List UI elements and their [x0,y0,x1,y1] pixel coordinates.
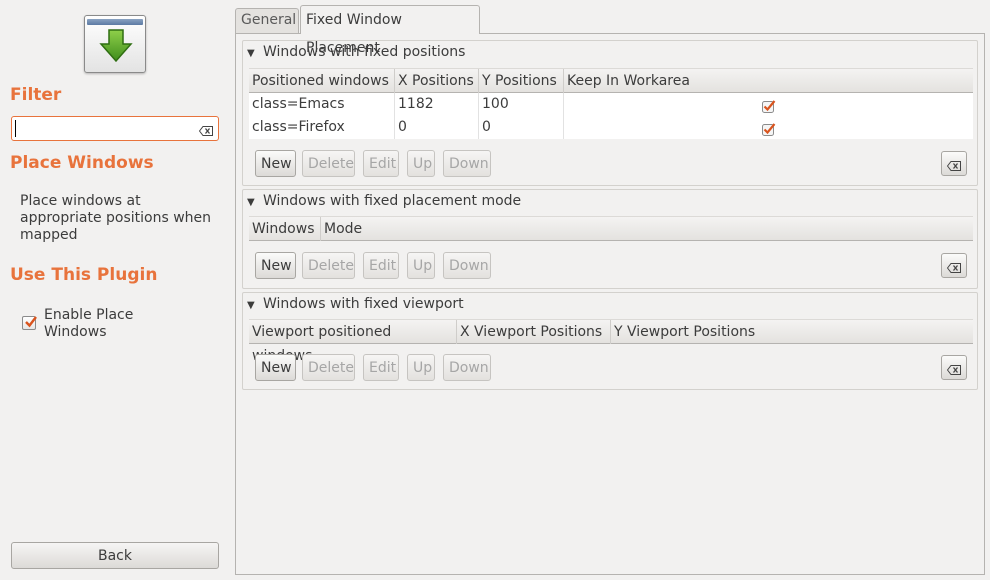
expander-icon[interactable]: ▼ [247,48,257,59]
clear-icon [946,363,961,375]
down-button[interactable]: Down [443,150,491,177]
expander-icon[interactable]: ▼ [247,300,257,311]
column-header[interactable]: Keep In Workarea [564,69,973,93]
fixed-window-placement-page: ▼Windows with fixed positions Positioned… [235,33,985,575]
cell-x[interactable]: 1182 [395,93,479,116]
group-title: Windows with fixed viewport [263,296,464,312]
group-fixed-placement-mode: ▼ Windows with fixed placement mode Windo… [242,189,978,289]
enable-plugin-label[interactable]: Enable Place Windows [44,307,184,341]
column-header[interactable]: Positioned windows [249,69,395,93]
up-button[interactable]: Up [407,150,435,177]
column-header[interactable]: Y Positions [479,69,564,93]
cell-x[interactable]: 0 [395,116,479,139]
table-header: Viewport positioned windows X Viewport P… [249,319,973,364]
back-button[interactable]: Back [11,542,219,569]
download-arrow-icon [84,15,146,73]
down-button[interactable]: Down [443,354,491,381]
viewport-table: Viewport positioned windows X Viewport P… [249,319,973,364]
cell-window[interactable]: class=Firefox [249,116,395,139]
filter-input[interactable] [15,120,195,137]
table-body: class=Emacs 1182 100 class=Firefox 0 0 [249,93,973,139]
group-fixed-placement-mode-header[interactable]: ▼ Windows with fixed placement mode [247,193,521,209]
tab-fixed-window-placement[interactable]: Fixed Window Placement [300,5,480,56]
cell-keep-in-workarea[interactable] [564,93,973,116]
enable-plugin-checkbox[interactable] [22,316,37,330]
table-header: Windows Mode [249,216,973,241]
settings-notebook: General Fixed Window Placement ▼ Windows … [235,5,985,575]
column-header[interactable]: X Positions [395,69,479,93]
up-button[interactable]: Up [407,252,435,279]
keep-in-workarea-check-icon[interactable] [762,121,776,144]
group-title: Windows with fixed placement mode [263,193,522,209]
column-header[interactable]: Windows [249,217,321,241]
sidebar: Filter Place Windows Place windows at ap… [0,0,230,580]
table-header: Positioned windows X Positions Y Positio… [249,68,973,93]
column-header[interactable]: Y Viewport Positions [611,320,973,344]
clear-icon[interactable] [198,124,213,136]
expander-icon[interactable]: ▼ [247,197,257,208]
delete-button[interactable]: Delete [302,354,355,381]
column-header[interactable]: Viewport positioned windows [249,320,457,364]
tab-general[interactable]: General [235,8,299,33]
column-header[interactable]: X Viewport Positions [457,320,611,344]
clear-icon [946,261,961,273]
group-fixed-viewport: ▼ Windows with fixed viewport Viewport po… [242,292,978,390]
use-plugin-heading: Use This Plugin [10,265,158,285]
edit-button[interactable]: Edit [363,354,399,381]
filter-field[interactable] [11,116,219,141]
group-fixed-viewport-header[interactable]: ▼ Windows with fixed viewport [247,296,464,312]
down-button[interactable]: Down [443,252,491,279]
up-button[interactable]: Up [407,354,435,381]
delete-button[interactable]: Delete [302,150,355,177]
filter-heading: Filter [10,85,62,105]
column-header[interactable]: Mode [321,217,973,241]
new-button[interactable]: New [255,354,296,381]
cell-y[interactable]: 0 [479,116,564,139]
edit-button[interactable]: Edit [363,252,399,279]
table-row[interactable]: class=Emacs 1182 100 [249,93,973,116]
fixed-positions-table: Positioned windows X Positions Y Positio… [249,68,973,139]
delete-button[interactable]: Delete [302,252,355,279]
placement-mode-table: Windows Mode [249,216,973,241]
table-row[interactable]: class=Firefox 0 0 [249,116,973,139]
cell-keep-in-workarea[interactable] [564,116,973,139]
clear-button[interactable] [941,151,967,176]
plugin-description: Place windows at appropriate positions w… [20,193,212,243]
clear-button[interactable] [941,253,967,278]
edit-button[interactable]: Edit [363,150,399,177]
plugin-title: Place Windows [10,153,154,173]
cell-y[interactable]: 100 [479,93,564,116]
cell-window[interactable]: class=Emacs [249,93,395,116]
clear-button[interactable] [941,355,967,380]
clear-icon [946,159,961,171]
new-button[interactable]: New [255,252,296,279]
new-button[interactable]: New [255,150,296,177]
